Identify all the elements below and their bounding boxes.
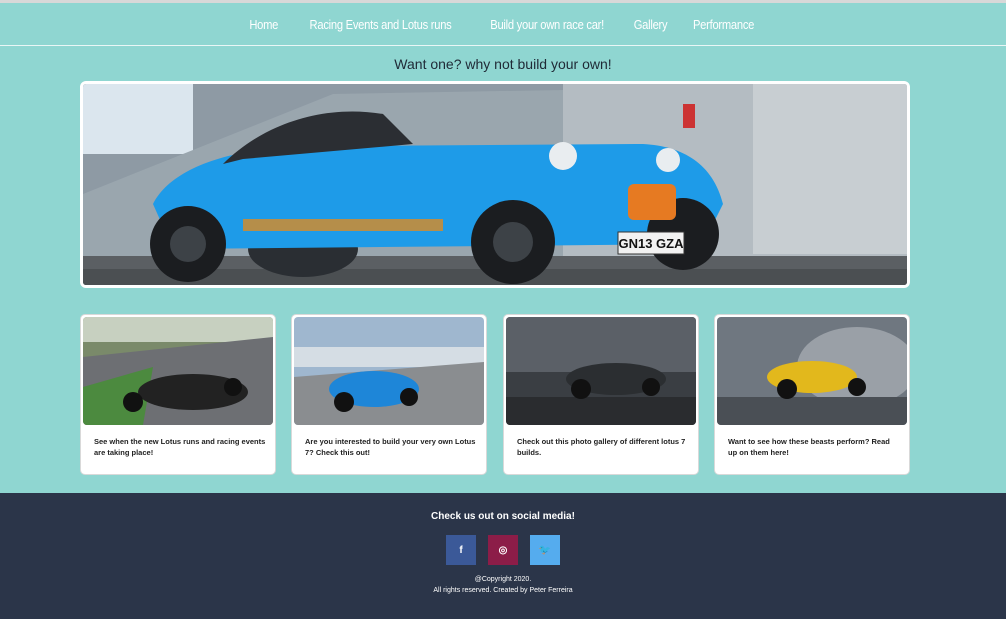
copyright: @Copyright 2020. All rights reserved. Cr… (0, 575, 1006, 596)
nav-link-home[interactable]: Home (249, 17, 278, 32)
card-gallery-image (506, 317, 696, 425)
card-racing-events-caption: See when the new Lotus runs and racing e… (94, 437, 266, 457)
nav-link-gallery[interactable]: Gallery (634, 17, 668, 32)
copyright-line-1: @Copyright 2020. (474, 576, 532, 583)
card-performance-image (717, 317, 907, 425)
nav-link-performance[interactable]: Performance (693, 17, 754, 32)
card-performance[interactable]: Want to see how these beasts perform? Re… (714, 314, 910, 475)
card-racing-events-image (83, 317, 273, 425)
card-build-your-own-caption: Are you interested to build your very ow… (305, 437, 476, 457)
nav-link-build-your-own[interactable]: Build your own race car! (490, 17, 604, 32)
hero-image: GN13 GZA (80, 81, 910, 288)
card-build-your-own[interactable]: Are you interested to build your very ow… (291, 314, 487, 475)
card-performance-caption: Want to see how these beasts perform? Re… (728, 437, 890, 457)
card-gallery-caption: Check out this photo gallery of differen… (517, 437, 686, 457)
site-footer: Check us out on social media! f ◎ 🐦 @Cop… (0, 493, 1006, 619)
copyright-line-2: All rights reserved. Created by Peter Fe… (433, 586, 573, 594)
card-racing-events[interactable]: See when the new Lotus runs and racing e… (80, 314, 276, 475)
card-build-your-own-image (294, 317, 484, 425)
social-links: f ◎ 🐦 (0, 535, 1006, 565)
instagram-icon[interactable]: ◎ (488, 535, 518, 565)
hero-car-illustration: GN13 GZA (83, 84, 907, 285)
social-title: Check us out on social media! (431, 511, 575, 522)
card-gallery[interactable]: Check out this photo gallery of differen… (503, 314, 699, 475)
facebook-icon[interactable]: f (446, 535, 476, 565)
nav-link-racing-events[interactable]: Racing Events and Lotus runs (310, 17, 452, 32)
twitter-icon[interactable]: 🐦 (530, 535, 560, 565)
feature-cards: See when the new Lotus runs and racing e… (80, 314, 910, 475)
page-tagline: Want one? why not build your own! (394, 56, 612, 72)
nav-divider (0, 45, 1006, 46)
hero-license-plate: GN13 GZA (618, 236, 684, 251)
main-nav: Home Racing Events and Lotus runs Build … (0, 3, 1006, 45)
